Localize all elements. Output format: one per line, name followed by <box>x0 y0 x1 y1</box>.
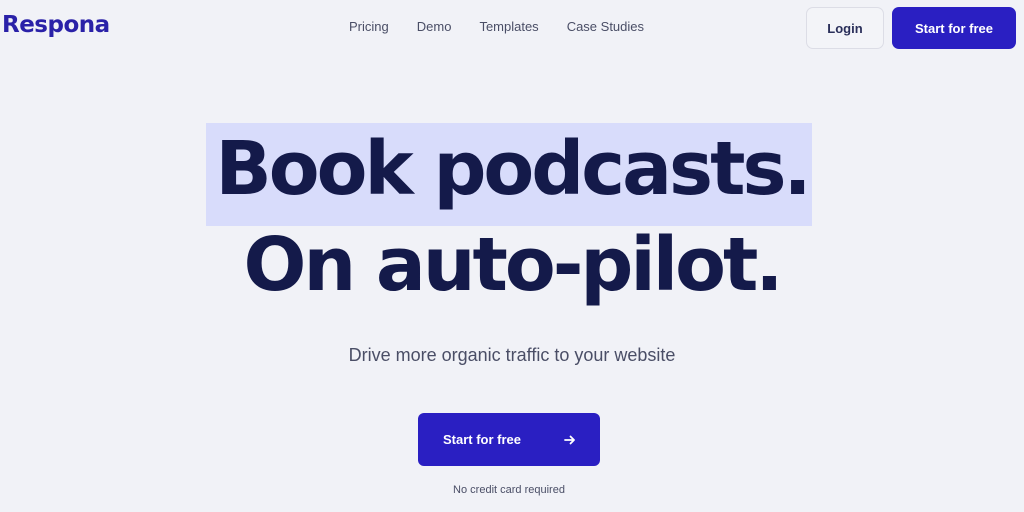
start-for-free-label: Start for free <box>443 432 522 447</box>
main-nav: Pricing Demo Templates Case Studies <box>349 19 672 34</box>
nav-pricing[interactable]: Pricing <box>349 19 389 34</box>
login-button[interactable]: Login <box>806 7 884 49</box>
start-for-free-button-hero[interactable]: Start for free <box>418 413 600 466</box>
logo[interactable]: Respona <box>2 12 110 38</box>
headline-line-1: Book podcasts. <box>215 126 811 212</box>
nav-case-studies[interactable]: Case Studies <box>567 19 644 34</box>
hero-subtitle: Drive more organic traffic to your websi… <box>348 345 676 365</box>
headline-line-2: On auto-pilot. <box>243 222 784 308</box>
no-credit-card-note: No credit card required <box>453 484 565 496</box>
landing-page: Respona Pricing Demo Templates Case Stud… <box>0 0 1024 512</box>
arrow-right-icon <box>564 435 575 444</box>
nav-templates[interactable]: Templates <box>479 19 538 34</box>
nav-demo[interactable]: Demo <box>417 19 452 34</box>
start-for-free-button-header[interactable]: Start for free <box>892 7 1016 49</box>
